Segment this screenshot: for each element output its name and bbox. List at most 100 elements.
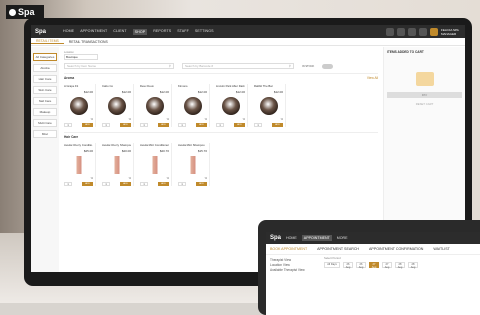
hair-care-products: Aveda Cherry Conditio... $25.00 % 1 ADD … bbox=[64, 143, 378, 186]
add-button[interactable]: ADD bbox=[196, 123, 207, 127]
lotus-icon bbox=[9, 8, 16, 16]
quantity-input[interactable]: 1 bbox=[102, 182, 110, 186]
day-button[interactable]: 26 Aug bbox=[356, 262, 366, 269]
quantity-input[interactable]: 1 bbox=[216, 123, 224, 127]
category-skin-care[interactable]: Skin Care bbox=[33, 86, 57, 94]
view-all-link[interactable]: View All bbox=[367, 76, 378, 80]
product-card[interactable]: Aveda Cherry Shampoo $20.00 % 1 ADD bbox=[102, 143, 134, 186]
cart-title: ITEMS ADDED TO CART bbox=[387, 50, 424, 54]
tab-appointment-search[interactable]: APPOINTMENT SEARCH bbox=[317, 247, 359, 251]
product-card[interactable]: A Grape Fit $12.00 % 1 ADD bbox=[64, 84, 96, 127]
pay-button[interactable]: PAY bbox=[387, 92, 462, 98]
category-misc[interactable]: Misc bbox=[33, 130, 57, 138]
location-select[interactable]: Boutique bbox=[64, 54, 98, 60]
add-button[interactable]: ADD bbox=[158, 182, 169, 186]
laptop-nav-more[interactable]: MORE bbox=[337, 236, 348, 240]
card-actions: 1 ADD bbox=[254, 123, 283, 127]
quantity-input[interactable]: 1 bbox=[102, 123, 110, 127]
mail-icon[interactable] bbox=[408, 27, 416, 36]
view-option[interactable]: Available Therapist View bbox=[270, 268, 305, 273]
quantity-input[interactable]: 1 bbox=[140, 123, 148, 127]
percent-icon[interactable]: % bbox=[178, 177, 207, 180]
category-nail-care[interactable]: Nail Care bbox=[33, 97, 57, 105]
nav-settings[interactable]: SETTINGS bbox=[195, 29, 214, 35]
nav-shop[interactable]: SHOP bbox=[132, 28, 148, 35]
percent-icon[interactable]: % bbox=[64, 118, 93, 121]
quantity-input[interactable]: 1 bbox=[64, 182, 72, 186]
nav-reports[interactable]: REPORTS bbox=[153, 29, 171, 35]
all-days-radio[interactable]: All Days bbox=[324, 262, 340, 268]
day-button[interactable]: 27 Aug bbox=[382, 262, 392, 269]
quantity-input[interactable]: 1 bbox=[64, 123, 72, 127]
day-button[interactable]: 26 Aug bbox=[343, 262, 353, 269]
add-button[interactable]: ADD bbox=[120, 182, 131, 186]
nav-client[interactable]: CLIENT bbox=[113, 29, 126, 35]
percent-icon[interactable]: % bbox=[64, 177, 93, 180]
product-card[interactable]: Deux Deux $12.00 % 1 ADD bbox=[140, 84, 172, 127]
percent-icon[interactable]: % bbox=[216, 118, 245, 121]
product-card[interactable]: Rabbit The Bar $12.00 % 1 ADD bbox=[254, 84, 286, 127]
help-icon[interactable] bbox=[419, 27, 427, 36]
add-button[interactable]: ADD bbox=[234, 123, 245, 127]
category-multi-care[interactable]: Multi Care bbox=[33, 119, 57, 127]
category-alcoba[interactable]: Alcoba bbox=[33, 64, 57, 72]
card-actions: 1 ADD bbox=[102, 123, 131, 127]
percent-icon[interactable]: % bbox=[140, 177, 169, 180]
quantity-input[interactable]: 1 bbox=[140, 182, 148, 186]
category-makeup[interactable]: Makeup bbox=[33, 108, 57, 116]
search-name-input[interactable]: Search by Item Name ⚲ bbox=[64, 63, 174, 69]
product-name: Aveda Cherry Conditio... bbox=[64, 143, 93, 147]
reset-cart-button[interactable]: RESET CART bbox=[387, 102, 462, 106]
card-actions: 1 ADD bbox=[102, 182, 131, 186]
day-button[interactable]: 28 Aug bbox=[408, 262, 418, 269]
percent-icon[interactable]: % bbox=[102, 118, 131, 121]
calendar-icon[interactable] bbox=[397, 27, 405, 36]
location-label: Location bbox=[64, 51, 74, 54]
tab-waitlist[interactable]: WAITLIST bbox=[433, 247, 449, 251]
product-price: $12.00 bbox=[121, 90, 131, 94]
tab-book-appointment[interactable]: BOOK APPOINTMENT bbox=[270, 247, 307, 251]
in-stock-toggle[interactable] bbox=[322, 63, 334, 69]
product-card[interactable]: Lincoln Park After Dark $12.00 % 1 ADD bbox=[216, 84, 248, 127]
quantity-input[interactable]: 1 bbox=[254, 123, 262, 127]
add-button[interactable]: ADD bbox=[272, 123, 283, 127]
quantity-input[interactable]: 1 bbox=[178, 182, 186, 186]
percent-icon[interactable]: % bbox=[102, 177, 131, 180]
add-button[interactable]: ADD bbox=[120, 123, 131, 127]
nav-staff[interactable]: STAFF bbox=[177, 29, 189, 35]
laptop-tabs: BOOK APPOINTMENT APPOINTMENT SEARCH APPO… bbox=[266, 244, 480, 255]
section-title: Hair Care bbox=[64, 135, 79, 139]
avatar[interactable] bbox=[430, 27, 438, 36]
day-button[interactable]: 28 Aug bbox=[395, 262, 405, 269]
add-button[interactable]: ADD bbox=[82, 182, 93, 186]
product-name: Kimono bbox=[178, 84, 188, 88]
tab-retail-transactions[interactable]: RETAIL TRANSACTIONS bbox=[64, 40, 113, 44]
tab-retail-items[interactable]: RETAIL ITEMS bbox=[31, 39, 64, 44]
product-image bbox=[183, 97, 202, 115]
notifications-icon[interactable] bbox=[386, 27, 394, 36]
card-actions: 1 ADD bbox=[178, 182, 207, 186]
add-button[interactable]: ADD bbox=[196, 182, 207, 186]
category-hair-care[interactable]: Hair Care bbox=[33, 75, 57, 83]
laptop-brand: Spa bbox=[270, 235, 282, 241]
product-card[interactable]: Aveda Cherry Conditio... $25.00 % 1 ADD bbox=[64, 143, 96, 186]
percent-icon[interactable]: % bbox=[254, 118, 283, 121]
laptop-nav-appointment[interactable]: APPOINTMENT bbox=[301, 235, 332, 241]
day-button[interactable]: 27 Aug bbox=[369, 262, 379, 269]
quantity-input[interactable]: 1 bbox=[178, 123, 186, 127]
category-all[interactable]: All Categories bbox=[33, 53, 57, 61]
product-card[interactable]: Aveda Mint Shampoo $15.70 % 1 ADD bbox=[178, 143, 210, 186]
percent-icon[interactable]: % bbox=[178, 118, 207, 121]
laptop-nav-home[interactable]: HOME bbox=[286, 236, 297, 240]
percent-icon[interactable]: % bbox=[140, 118, 169, 121]
product-card[interactable]: Kimono $12.00 % 1 ADD bbox=[178, 84, 210, 127]
nav-appointment[interactable]: APPOINTMENT bbox=[80, 29, 107, 35]
tab-appointment-confirmation[interactable]: APPOINTMENT CONFIRMATION bbox=[369, 247, 423, 251]
add-button[interactable]: ADD bbox=[82, 123, 93, 127]
add-button[interactable]: ADD bbox=[158, 123, 169, 127]
nav-home[interactable]: HOME bbox=[63, 29, 74, 35]
in-stock-label: IN STOCK bbox=[302, 64, 315, 68]
product-card[interactable]: Cabo Co $12.00 % 1 ADD bbox=[102, 84, 134, 127]
product-card[interactable]: Aveda Mint Conditioner $20.70 % 1 ADD bbox=[140, 143, 172, 186]
search-barcode-input[interactable]: Search by Barcode # ⚲ bbox=[182, 63, 294, 69]
